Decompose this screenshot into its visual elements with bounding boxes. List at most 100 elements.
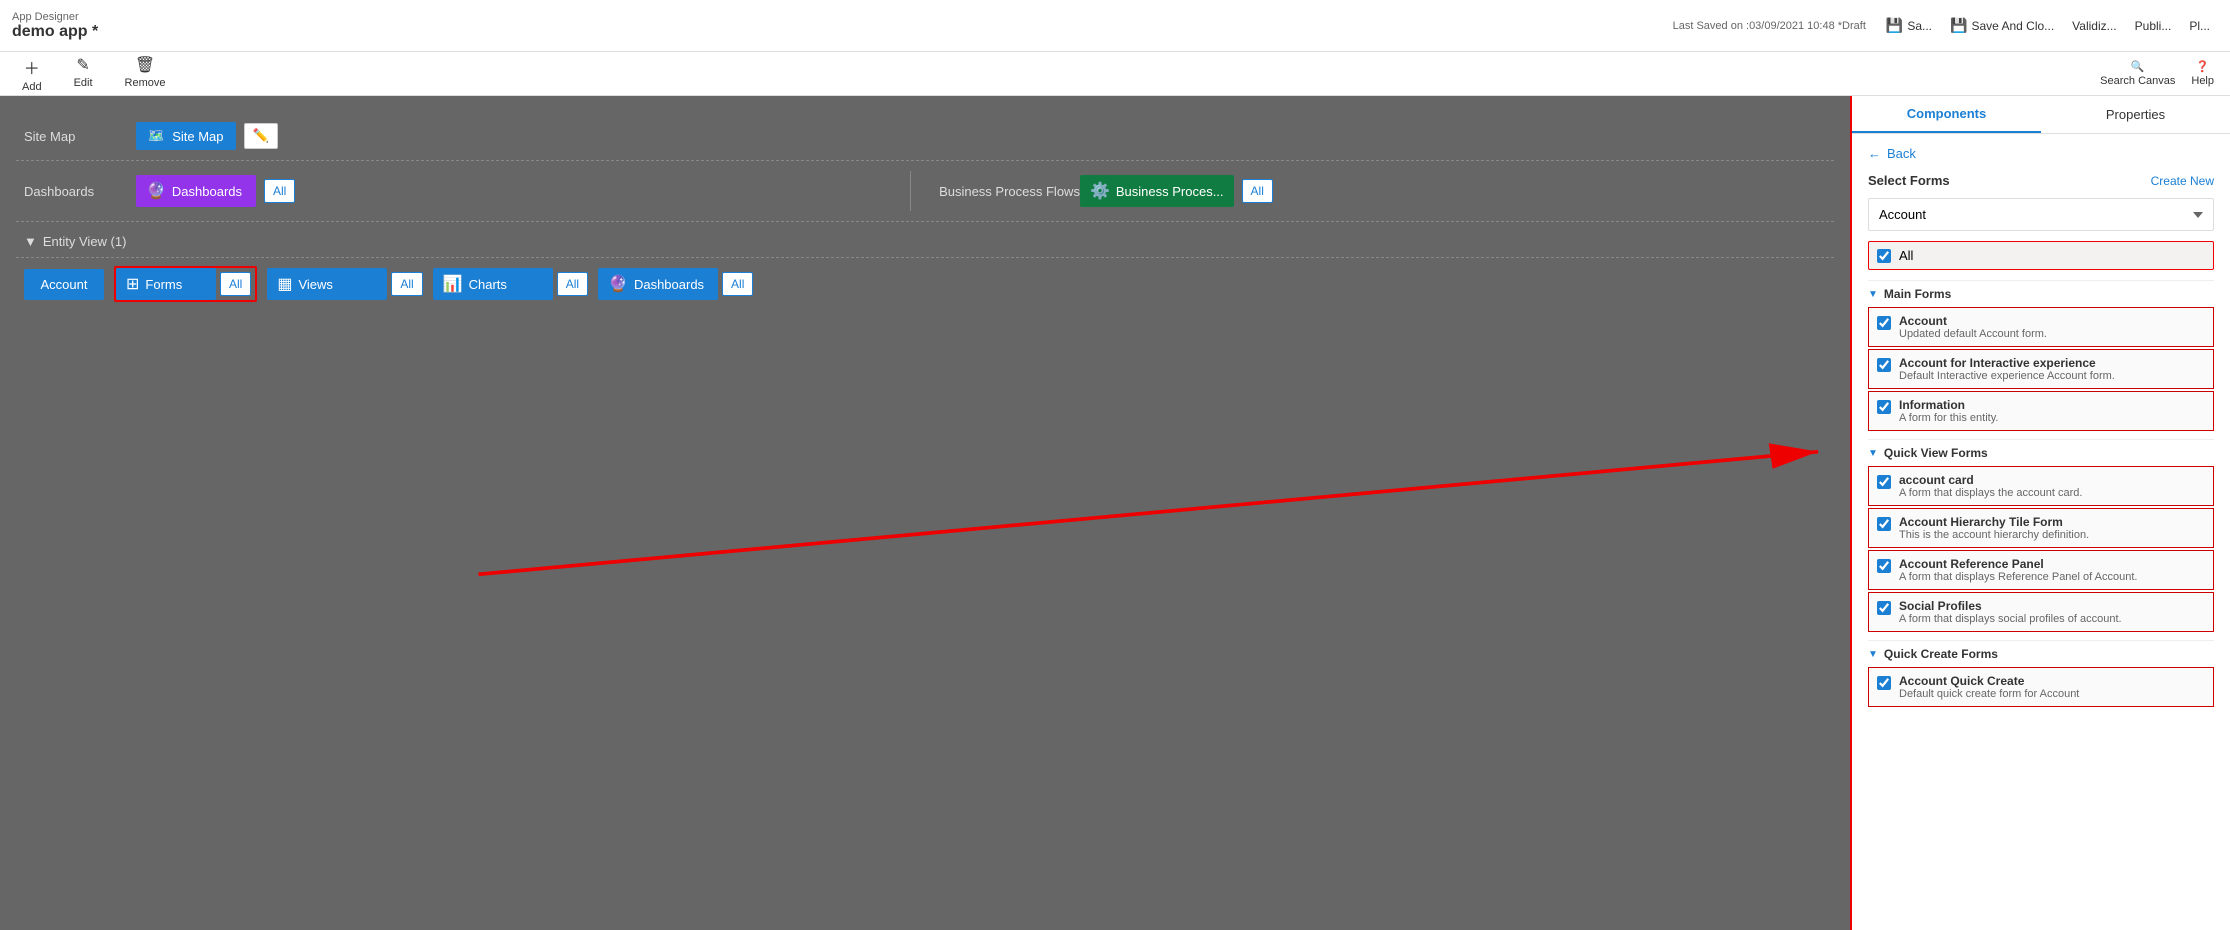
add-icon: ＋ <box>24 55 40 79</box>
all-checkbox[interactable] <box>1877 249 1891 263</box>
bp-items: ⚙️ Business Proces... All <box>1080 175 1834 207</box>
quick-view-forms-label: Quick View Forms <box>1884 446 1988 460</box>
save-button[interactable]: 💾 Sa... <box>1878 13 1940 38</box>
quick-create-forms-header[interactable]: ▼ Quick Create Forms <box>1868 640 2214 667</box>
tab-components[interactable]: Components <box>1852 96 2041 133</box>
form-list-item: Account Updated default Account form. <box>1868 307 2214 347</box>
charts-all-button[interactable]: All <box>557 272 588 296</box>
charts-tile[interactable]: 📊 Charts <box>433 268 553 300</box>
action-bar: ＋ Add ✎ Edit 🗑 Remove 🔍 Search Canvas ❓ … <box>0 52 2230 96</box>
form-item-name: Account Hierarchy Tile Form <box>1899 515 2205 529</box>
main-forms-list: Account Updated default Account form. Ac… <box>1868 307 2214 431</box>
form-item-info: Account Updated default Account form. <box>1899 314 2205 340</box>
form-item-info: Social Profiles A form that displays soc… <box>1899 599 2205 625</box>
dashboards-section-label: Dashboards <box>16 184 136 199</box>
help-icon: ❓ <box>2196 60 2210 73</box>
forms-tile[interactable]: ⊞ Forms <box>116 268 216 300</box>
bp-tile-label: Business Proces... <box>1116 184 1224 199</box>
sitemap-tile[interactable]: 🗺️ Site Map <box>136 122 236 150</box>
entity-view-section: ▼ Entity View (1) Account ⊞ Forms All ▦ <box>16 226 1834 310</box>
dashboards2-tile-icon: 🔮 <box>608 274 628 294</box>
back-link[interactable]: ← Back <box>1868 146 2214 161</box>
form-item-checkbox[interactable] <box>1877 400 1891 414</box>
help-button[interactable]: ❓ Help <box>2191 60 2214 87</box>
form-item-desc: A form for this entity. <box>1899 412 2205 424</box>
form-item-info: account card A form that displays the ac… <box>1899 473 2205 499</box>
form-item-desc: Default Interactive experience Account f… <box>1899 370 2205 382</box>
quick-view-forms-section: ▼ Quick View Forms account card A form t… <box>1868 439 2214 632</box>
form-item-checkbox[interactable] <box>1877 676 1891 690</box>
charts-tile-icon: 📊 <box>443 274 463 294</box>
entity-view-header[interactable]: ▼ Entity View (1) <box>16 226 1834 257</box>
dashboards-tile-icon: 🔮 <box>146 181 166 201</box>
entity-dropdown[interactable]: Account <box>1868 198 2214 231</box>
select-forms-header: Select Forms Create New <box>1868 173 2214 188</box>
dashboards-tile[interactable]: 🔮 Dashboards <box>136 175 256 207</box>
views-tile[interactable]: ▦ Views <box>267 268 387 300</box>
bp-tile[interactable]: ⚙️ Business Proces... <box>1080 175 1234 207</box>
form-item-info: Account for Interactive experience Defau… <box>1899 356 2205 382</box>
views-tile-icon: ▦ <box>277 274 292 294</box>
views-all-button[interactable]: All <box>391 272 422 296</box>
form-item-desc: This is the account hierarchy definition… <box>1899 529 2205 541</box>
main-forms-chevron-icon: ▼ <box>1868 289 1878 300</box>
create-new-link[interactable]: Create New <box>2151 174 2214 188</box>
forms-tile-label: Forms <box>145 277 182 292</box>
charts-group: 📊 Charts All <box>433 268 588 300</box>
form-item-info: Account Quick Create Default quick creat… <box>1899 674 2205 700</box>
edit-button[interactable]: ✎ Edit <box>68 53 99 95</box>
main-forms-section: ▼ Main Forms Account Updated default Acc… <box>1868 280 2214 431</box>
quick-view-forms-header[interactable]: ▼ Quick View Forms <box>1868 439 2214 466</box>
form-item-checkbox[interactable] <box>1877 358 1891 372</box>
form-item-name: Account Reference Panel <box>1899 557 2205 571</box>
action-bar-left: ＋ Add ✎ Edit 🗑 Remove <box>16 53 172 95</box>
top-bar: App Designer demo app * Last Saved on :0… <box>0 0 2230 52</box>
dashboards2-tile-label: Dashboards <box>634 277 704 292</box>
bp-all-button[interactable]: All <box>1242 179 1273 203</box>
form-item-name: Social Profiles <box>1899 599 2205 613</box>
form-item-checkbox[interactable] <box>1877 475 1891 489</box>
form-item-name: Information <box>1899 398 2205 412</box>
save-close-button[interactable]: 💾 Save And Clo... <box>1942 13 2062 38</box>
dashboards-bp-row: Dashboards 🔮 Dashboards All Business Pro… <box>16 161 1834 222</box>
form-item-checkbox[interactable] <box>1877 517 1891 531</box>
form-item-info: Account Reference Panel A form that disp… <box>1899 557 2205 583</box>
all-checkbox-label: All <box>1899 248 1913 263</box>
publish-button[interactable]: Publi... <box>2127 15 2180 37</box>
form-list-item: Account Reference Panel A form that disp… <box>1868 550 2214 590</box>
form-item-desc: A form that displays the account card. <box>1899 487 2205 499</box>
views-group: ▦ Views All <box>267 268 422 300</box>
form-list-item: Social Profiles A form that displays soc… <box>1868 592 2214 632</box>
select-forms-label: Select Forms <box>1868 173 1950 188</box>
dashboards2-tile[interactable]: 🔮 Dashboards <box>598 268 718 300</box>
panel-tabs: Components Properties <box>1852 96 2230 134</box>
tab-properties[interactable]: Properties <box>2041 96 2230 133</box>
form-item-name: Account for Interactive experience <box>1899 356 2205 370</box>
action-bar-right: 🔍 Search Canvas ❓ Help <box>2100 60 2214 87</box>
right-panel: Components Properties ← Back Select Form… <box>1850 96 2230 930</box>
validate-button[interactable]: Validiz... <box>2064 15 2124 37</box>
toolbar-right: Last Saved on :03/09/2021 10:48 *Draft 💾… <box>1673 13 2218 38</box>
form-list-item: account card A form that displays the ac… <box>1868 466 2214 506</box>
remove-button[interactable]: 🗑 Remove <box>119 53 172 95</box>
sitemap-edit-button[interactable]: ✏️ <box>244 123 279 149</box>
form-item-checkbox[interactable] <box>1877 316 1891 330</box>
bp-tile-icon: ⚙️ <box>1090 181 1110 201</box>
play-button[interactable]: Pl... <box>2181 15 2218 37</box>
form-item-checkbox[interactable] <box>1877 559 1891 573</box>
sitemap-items: 🗺️ Site Map ✏️ <box>136 122 1834 150</box>
main-forms-header[interactable]: ▼ Main Forms <box>1868 280 2214 307</box>
add-button[interactable]: ＋ Add <box>16 53 48 95</box>
forms-tile-icon: ⊞ <box>126 274 139 294</box>
search-canvas-button[interactable]: 🔍 Search Canvas <box>2100 60 2175 87</box>
sitemap-section-label: Site Map <box>16 129 136 144</box>
dashboards2-all-button[interactable]: All <box>722 272 753 296</box>
forms-all-button[interactable]: All <box>220 272 251 296</box>
form-list-item: Account for Interactive experience Defau… <box>1868 349 2214 389</box>
forms-highlighted-group: ⊞ Forms All <box>114 266 257 302</box>
dashboards-items: 🔮 Dashboards All <box>136 175 890 207</box>
form-item-desc: A form that displays Reference Panel of … <box>1899 571 2205 583</box>
dashboards-all-button[interactable]: All <box>264 179 295 203</box>
form-item-checkbox[interactable] <box>1877 601 1891 615</box>
account-button[interactable]: Account <box>24 269 104 300</box>
